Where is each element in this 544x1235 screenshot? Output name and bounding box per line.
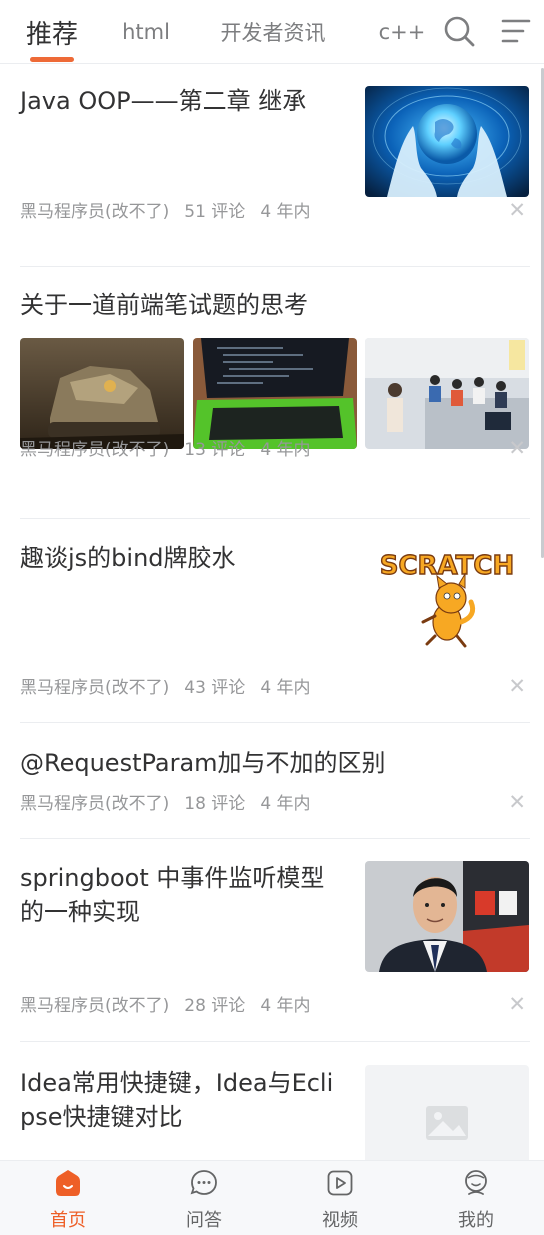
article-thumbnail	[193, 338, 357, 449]
nav-home[interactable]: 首页	[0, 1161, 136, 1235]
chat-icon	[190, 1170, 217, 1195]
article-thumbnail: SCRATCH	[365, 540, 529, 651]
channel-tabs: 推荐 html 开发者资讯 c++	[0, 0, 446, 64]
article-title: 关于一道前端笔试题的思考	[20, 291, 308, 319]
article-item[interactable]: @RequestParam加与不加的区别 黑马程序员(改不了) 18 评论 4 …	[20, 723, 530, 839]
nav-qa[interactable]: 问答	[136, 1161, 272, 1235]
article-title: @RequestParam加与不加的区别	[20, 749, 386, 777]
top-bar: 推荐 html 开发者资讯 c++	[0, 0, 544, 64]
article-thumbnail	[365, 861, 529, 972]
image-placeholder-icon	[426, 1106, 468, 1140]
close-icon[interactable]: ✕	[508, 790, 526, 814]
scratch-logo-image: SCRATCH	[379, 550, 515, 648]
article-title: 趣谈js的bind牌胶水	[20, 544, 236, 572]
author-name: 黑马程序员(改不了)	[20, 677, 170, 698]
article-meta: 黑马程序员(改不了) 43 评论 4 年内	[20, 673, 326, 698]
comment-count: 51 评论	[184, 201, 246, 222]
publish-time: 4 年内	[260, 995, 311, 1016]
article-thumbnail	[365, 338, 529, 449]
article-meta: 黑马程序员(改不了) 13 评论 4 年内	[20, 435, 326, 460]
article-title: Idea常用快捷键，Idea与Eclipse快捷键对比	[20, 1069, 334, 1131]
article-thumbnail	[20, 338, 184, 449]
search-icon[interactable]	[442, 14, 476, 48]
portrait-image	[365, 861, 529, 972]
article-item[interactable]: springboot 中事件监听模型的一种实现 黑马程序员(改不了) 28 评论…	[20, 839, 530, 1042]
menu-icon[interactable]	[500, 14, 534, 48]
globe-hands-image	[365, 86, 529, 197]
publish-time: 4 年内	[260, 439, 311, 460]
close-icon[interactable]: ✕	[508, 674, 526, 698]
laptop-image	[193, 338, 357, 449]
bottom-nav: 首页 问答 视频 我的	[0, 1160, 544, 1235]
tab-html[interactable]: html	[104, 0, 188, 64]
nav-label: 首页	[50, 1210, 86, 1231]
article-title: Java OOP——第二章 继承	[20, 87, 307, 115]
publish-time: 4 年内	[260, 677, 311, 698]
robot-tank-image	[20, 338, 184, 449]
author-name: 黑马程序员(改不了)	[20, 439, 170, 460]
nav-video[interactable]: 视频	[272, 1161, 408, 1235]
tab-developer-news[interactable]: 开发者资讯	[188, 0, 358, 64]
author-name: 黑马程序员(改不了)	[20, 201, 170, 222]
article-meta: 黑马程序员(改不了) 51 评论 4 年内	[20, 197, 326, 222]
close-icon[interactable]: ✕	[508, 436, 526, 460]
author-name: 黑马程序员(改不了)	[20, 793, 170, 814]
article-meta: 黑马程序员(改不了) 18 评论 4 年内	[20, 789, 326, 814]
nav-label: 我的	[458, 1210, 494, 1231]
article-item[interactable]: Java OOP——第二章 继承 黑马程序员(改不了) 51 评论 4 年内 ✕	[20, 65, 530, 267]
video-icon	[327, 1170, 353, 1196]
close-icon[interactable]: ✕	[508, 992, 526, 1016]
comment-count: 43 评论	[184, 677, 246, 698]
tab-recommend[interactable]: 推荐	[0, 0, 104, 64]
scratch-logo-text: SCRATCH	[380, 551, 515, 581]
home-icon	[56, 1170, 80, 1196]
nav-profile[interactable]: 我的	[408, 1161, 544, 1235]
publish-time: 4 年内	[260, 793, 311, 814]
comment-count: 18 评论	[184, 793, 246, 814]
article-list: Java OOP——第二章 继承 黑马程序员(改不了) 51 评论 4 年内 ✕…	[0, 65, 544, 1160]
article-title: springboot 中事件监听模型的一种实现	[20, 864, 325, 926]
classroom-image	[365, 338, 529, 449]
article-meta: 黑马程序员(改不了) 28 评论 4 年内	[20, 991, 326, 1016]
close-icon[interactable]: ✕	[508, 198, 526, 222]
author-name: 黑马程序员(改不了)	[20, 995, 170, 1016]
article-item[interactable]: Idea常用快捷键，Idea与Eclipse快捷键对比	[20, 1042, 530, 1160]
comment-count: 13 评论	[184, 439, 246, 460]
user-icon	[465, 1170, 487, 1195]
article-item[interactable]: 趣谈js的bind牌胶水 SCRATCH 黑马程序员(改不了) 43 评论 4 …	[20, 519, 530, 723]
nav-label: 问答	[186, 1210, 222, 1231]
publish-time: 4 年内	[260, 201, 311, 222]
article-item[interactable]: 关于一道前端笔试题的思考 黑马程序员(改不了) 13 评论 4 年内 ✕	[20, 267, 530, 519]
article-thumbnail	[365, 86, 529, 197]
tab-cpp[interactable]: c++	[358, 0, 446, 64]
comment-count: 28 评论	[184, 995, 246, 1016]
article-thumbnail	[365, 1065, 529, 1160]
nav-label: 视频	[322, 1210, 358, 1231]
